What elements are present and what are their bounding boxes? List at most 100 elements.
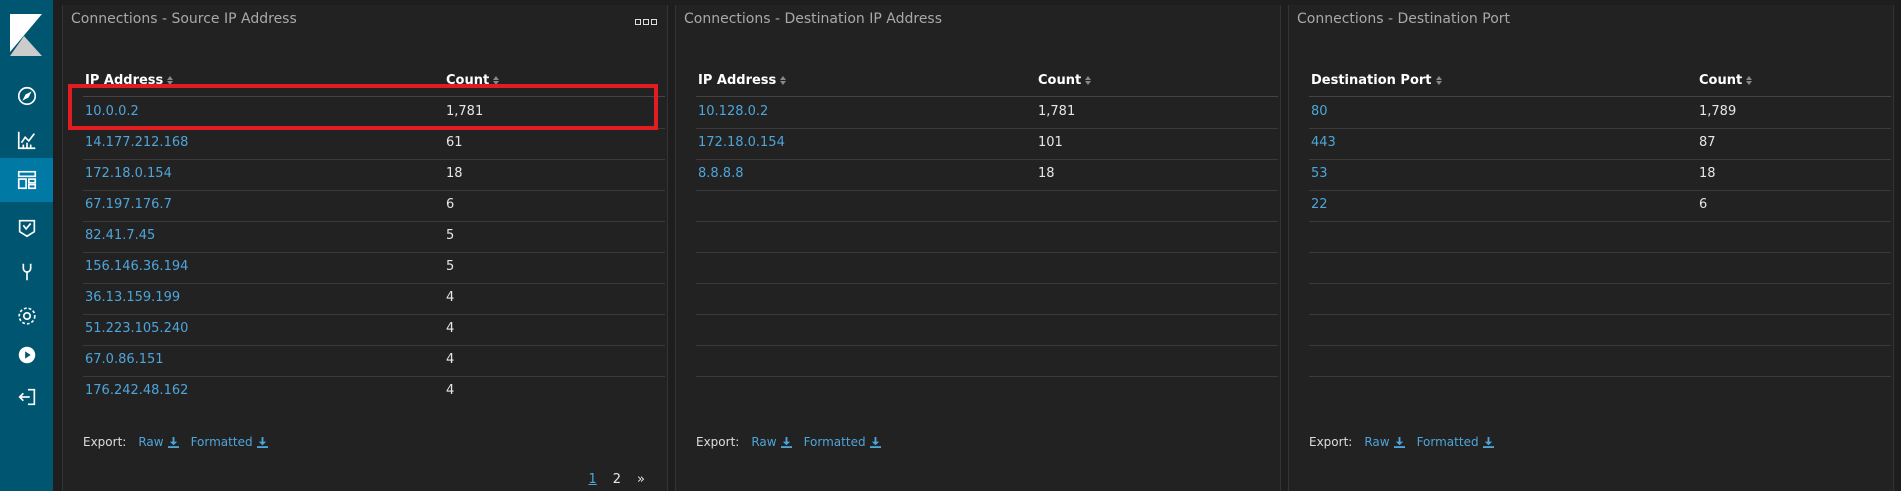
empty-row xyxy=(696,345,1278,377)
port-link[interactable]: 443 xyxy=(1311,135,1336,150)
empty-row xyxy=(696,221,1278,253)
empty-row xyxy=(1309,283,1891,315)
table-row: 443 87 xyxy=(1309,128,1891,160)
play-icon[interactable] xyxy=(0,333,53,377)
table-row: 36.13.159.199 4 xyxy=(83,283,665,315)
count-value: 87 xyxy=(1699,135,1716,150)
empty-row xyxy=(1309,314,1891,346)
ip-link[interactable]: 10.128.0.2 xyxy=(698,104,768,119)
empty-row xyxy=(696,283,1278,315)
empty-row xyxy=(1309,252,1891,284)
panel-source-ip: Connections - Source IP Address IP Addre… xyxy=(62,5,668,491)
page-2-link[interactable]: 2 xyxy=(613,472,621,487)
page-1-link[interactable]: 1 xyxy=(588,472,596,487)
count-value: 1,789 xyxy=(1699,104,1737,119)
column-header-port[interactable]: Destination Port xyxy=(1311,69,1442,91)
export-formatted-link[interactable]: Formatted xyxy=(1417,435,1494,449)
panel-title: Connections - Source IP Address xyxy=(71,11,297,27)
discover-icon[interactable] xyxy=(0,74,53,118)
port-link[interactable]: 22 xyxy=(1311,197,1328,212)
download-icon xyxy=(780,436,792,448)
table-row: 14.177.212.168 61 xyxy=(83,128,665,160)
export-bar: Export: Raw Formatted xyxy=(83,435,268,449)
sort-icon[interactable] xyxy=(780,75,787,85)
table-row: 67.0.86.151 4 xyxy=(83,345,665,377)
kibana-logo[interactable] xyxy=(10,14,42,56)
download-icon xyxy=(167,436,179,448)
logout-icon[interactable] xyxy=(0,375,53,419)
export-formatted-link[interactable]: Formatted xyxy=(804,435,881,449)
column-header-ip[interactable]: IP Address xyxy=(698,69,787,91)
timelion-icon[interactable] xyxy=(0,206,53,250)
count-value: 4 xyxy=(446,383,455,398)
column-header-count[interactable]: Count xyxy=(1038,69,1092,91)
management-icon[interactable] xyxy=(0,294,53,338)
ip-link[interactable]: 67.197.176.7 xyxy=(85,197,172,212)
sidebar xyxy=(0,0,53,491)
table-row: 172.18.0.154 18 xyxy=(83,159,665,191)
table-row: 51.223.105.240 4 xyxy=(83,314,665,346)
count-value: 6 xyxy=(446,197,455,212)
ip-link[interactable]: 51.223.105.240 xyxy=(85,321,188,336)
empty-row xyxy=(696,190,1278,222)
empty-row xyxy=(1309,345,1891,377)
download-icon xyxy=(1393,436,1405,448)
panel-options-icon[interactable] xyxy=(635,19,657,25)
sort-icon[interactable] xyxy=(1435,75,1442,85)
sort-icon[interactable] xyxy=(1085,75,1092,85)
count-value: 4 xyxy=(446,321,455,336)
empty-row xyxy=(696,314,1278,346)
count-value: 4 xyxy=(446,352,455,367)
count-value: 6 xyxy=(1699,197,1708,212)
export-bar: Export: Raw Formatted xyxy=(1309,435,1494,449)
count-value: 5 xyxy=(446,259,455,274)
ip-link[interactable]: 82.41.7.45 xyxy=(85,228,155,243)
export-bar: Export: Raw Formatted xyxy=(696,435,881,449)
port-link[interactable]: 53 xyxy=(1311,166,1328,181)
ip-link[interactable]: 36.13.159.199 xyxy=(85,290,180,305)
table-row: 53 18 xyxy=(1309,159,1891,191)
export-label: Export: xyxy=(83,435,127,449)
table-row: 8.8.8.8 18 xyxy=(696,159,1278,191)
table-row: 67.197.176.7 6 xyxy=(83,190,665,222)
export-raw-link[interactable]: Raw xyxy=(138,435,179,449)
port-link[interactable]: 80 xyxy=(1311,104,1328,119)
empty-row xyxy=(696,252,1278,284)
column-header-count[interactable]: Count xyxy=(1699,69,1753,91)
empty-row xyxy=(1309,221,1891,253)
ip-link[interactable]: 172.18.0.154 xyxy=(698,135,785,150)
download-icon xyxy=(1482,436,1494,448)
export-formatted-link[interactable]: Formatted xyxy=(191,435,268,449)
dashboard-icon[interactable] xyxy=(0,158,53,202)
export-raw-link[interactable]: Raw xyxy=(1364,435,1405,449)
export-label: Export: xyxy=(1309,435,1353,449)
table-row: 22 6 xyxy=(1309,190,1891,222)
count-value: 18 xyxy=(1038,166,1055,181)
dev-tools-icon[interactable] xyxy=(0,250,53,294)
download-icon xyxy=(869,436,881,448)
pagination: 1 2 » xyxy=(588,472,645,487)
next-page-link[interactable]: » xyxy=(637,472,645,487)
count-value: 18 xyxy=(446,166,463,181)
ip-link[interactable]: 156.146.36.194 xyxy=(85,259,188,274)
panel-title: Connections - Destination Port xyxy=(1297,11,1511,27)
export-label: Export: xyxy=(696,435,740,449)
sort-icon[interactable] xyxy=(1746,75,1753,85)
ip-link[interactable]: 8.8.8.8 xyxy=(698,166,743,181)
count-value: 4 xyxy=(446,290,455,305)
export-raw-link[interactable]: Raw xyxy=(751,435,792,449)
ip-link[interactable]: 67.0.86.151 xyxy=(85,352,164,367)
ip-link[interactable]: 176.242.48.162 xyxy=(85,383,188,398)
panel-destination-port: Connections - Destination Port Destinati… xyxy=(1288,5,1894,491)
table-row: 80 1,789 xyxy=(1309,97,1891,129)
count-value: 101 xyxy=(1038,135,1063,150)
ip-link[interactable]: 172.18.0.154 xyxy=(85,166,172,181)
count-value: 1,781 xyxy=(1038,104,1076,119)
visualize-icon[interactable] xyxy=(0,118,53,162)
ip-link[interactable]: 14.177.212.168 xyxy=(85,135,188,150)
download-icon xyxy=(256,436,268,448)
table-row: 82.41.7.45 5 xyxy=(83,221,665,253)
count-value: 5 xyxy=(446,228,455,243)
table-row: 156.146.36.194 5 xyxy=(83,252,665,284)
table-row: 176.242.48.162 4 xyxy=(83,376,665,407)
